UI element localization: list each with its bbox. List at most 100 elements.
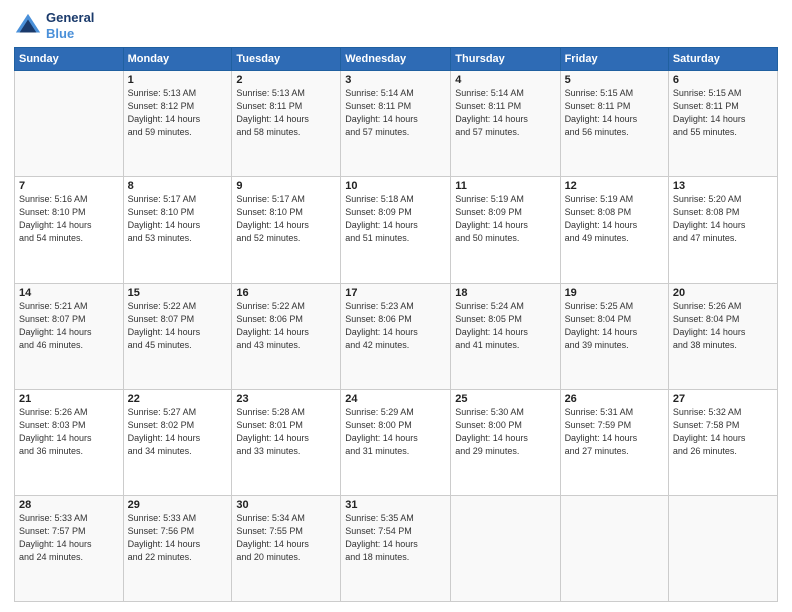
day-number: 26 <box>565 393 664 405</box>
calendar-cell: 3Sunrise: 5:14 AM Sunset: 8:11 PM Daylig… <box>341 71 451 177</box>
calendar-cell <box>451 495 560 601</box>
day-number: 7 <box>19 180 119 192</box>
day-info: Sunrise: 5:14 AM Sunset: 8:11 PM Dayligh… <box>345 87 446 139</box>
day-info: Sunrise: 5:18 AM Sunset: 8:09 PM Dayligh… <box>345 193 446 245</box>
day-number: 19 <box>565 287 664 299</box>
calendar-cell: 10Sunrise: 5:18 AM Sunset: 8:09 PM Dayli… <box>341 177 451 283</box>
header-day-wednesday: Wednesday <box>341 48 451 71</box>
day-info: Sunrise: 5:13 AM Sunset: 8:11 PM Dayligh… <box>236 87 336 139</box>
calendar-week-2: 14Sunrise: 5:21 AM Sunset: 8:07 PM Dayli… <box>15 283 778 389</box>
day-info: Sunrise: 5:23 AM Sunset: 8:06 PM Dayligh… <box>345 300 446 352</box>
calendar-cell: 20Sunrise: 5:26 AM Sunset: 8:04 PM Dayli… <box>668 283 777 389</box>
calendar-cell: 16Sunrise: 5:22 AM Sunset: 8:06 PM Dayli… <box>232 283 341 389</box>
calendar-cell: 23Sunrise: 5:28 AM Sunset: 8:01 PM Dayli… <box>232 389 341 495</box>
day-number: 23 <box>236 393 336 405</box>
logo-text: General Blue <box>46 10 94 41</box>
calendar-cell: 4Sunrise: 5:14 AM Sunset: 8:11 PM Daylig… <box>451 71 560 177</box>
day-number: 1 <box>128 74 228 86</box>
calendar-week-4: 28Sunrise: 5:33 AM Sunset: 7:57 PM Dayli… <box>15 495 778 601</box>
calendar-cell: 15Sunrise: 5:22 AM Sunset: 8:07 PM Dayli… <box>123 283 232 389</box>
day-number: 9 <box>236 180 336 192</box>
day-number: 30 <box>236 499 336 511</box>
calendar-table: SundayMondayTuesdayWednesdayThursdayFrid… <box>14 47 778 602</box>
day-info: Sunrise: 5:30 AM Sunset: 8:00 PM Dayligh… <box>455 406 555 458</box>
day-info: Sunrise: 5:33 AM Sunset: 7:56 PM Dayligh… <box>128 512 228 564</box>
day-info: Sunrise: 5:15 AM Sunset: 8:11 PM Dayligh… <box>673 87 773 139</box>
calendar-cell: 29Sunrise: 5:33 AM Sunset: 7:56 PM Dayli… <box>123 495 232 601</box>
day-info: Sunrise: 5:33 AM Sunset: 7:57 PM Dayligh… <box>19 512 119 564</box>
calendar-cell: 5Sunrise: 5:15 AM Sunset: 8:11 PM Daylig… <box>560 71 668 177</box>
calendar-week-1: 7Sunrise: 5:16 AM Sunset: 8:10 PM Daylig… <box>15 177 778 283</box>
day-info: Sunrise: 5:26 AM Sunset: 8:03 PM Dayligh… <box>19 406 119 458</box>
day-info: Sunrise: 5:20 AM Sunset: 8:08 PM Dayligh… <box>673 193 773 245</box>
calendar-cell: 27Sunrise: 5:32 AM Sunset: 7:58 PM Dayli… <box>668 389 777 495</box>
day-info: Sunrise: 5:17 AM Sunset: 8:10 PM Dayligh… <box>236 193 336 245</box>
calendar-cell: 12Sunrise: 5:19 AM Sunset: 8:08 PM Dayli… <box>560 177 668 283</box>
day-info: Sunrise: 5:31 AM Sunset: 7:59 PM Dayligh… <box>565 406 664 458</box>
calendar-cell: 8Sunrise: 5:17 AM Sunset: 8:10 PM Daylig… <box>123 177 232 283</box>
calendar-cell: 14Sunrise: 5:21 AM Sunset: 8:07 PM Dayli… <box>15 283 124 389</box>
day-number: 6 <box>673 74 773 86</box>
day-info: Sunrise: 5:24 AM Sunset: 8:05 PM Dayligh… <box>455 300 555 352</box>
calendar-cell: 25Sunrise: 5:30 AM Sunset: 8:00 PM Dayli… <box>451 389 560 495</box>
day-number: 17 <box>345 287 446 299</box>
calendar-cell: 17Sunrise: 5:23 AM Sunset: 8:06 PM Dayli… <box>341 283 451 389</box>
calendar-cell: 1Sunrise: 5:13 AM Sunset: 8:12 PM Daylig… <box>123 71 232 177</box>
day-info: Sunrise: 5:25 AM Sunset: 8:04 PM Dayligh… <box>565 300 664 352</box>
header-day-saturday: Saturday <box>668 48 777 71</box>
day-number: 13 <box>673 180 773 192</box>
day-info: Sunrise: 5:29 AM Sunset: 8:00 PM Dayligh… <box>345 406 446 458</box>
day-number: 10 <box>345 180 446 192</box>
day-info: Sunrise: 5:28 AM Sunset: 8:01 PM Dayligh… <box>236 406 336 458</box>
day-number: 11 <box>455 180 555 192</box>
header-day-thursday: Thursday <box>451 48 560 71</box>
header-day-tuesday: Tuesday <box>232 48 341 71</box>
day-info: Sunrise: 5:16 AM Sunset: 8:10 PM Dayligh… <box>19 193 119 245</box>
day-info: Sunrise: 5:35 AM Sunset: 7:54 PM Dayligh… <box>345 512 446 564</box>
header-day-friday: Friday <box>560 48 668 71</box>
day-number: 31 <box>345 499 446 511</box>
calendar-cell: 26Sunrise: 5:31 AM Sunset: 7:59 PM Dayli… <box>560 389 668 495</box>
day-info: Sunrise: 5:17 AM Sunset: 8:10 PM Dayligh… <box>128 193 228 245</box>
calendar-cell: 2Sunrise: 5:13 AM Sunset: 8:11 PM Daylig… <box>232 71 341 177</box>
calendar-cell: 18Sunrise: 5:24 AM Sunset: 8:05 PM Dayli… <box>451 283 560 389</box>
day-number: 2 <box>236 74 336 86</box>
day-number: 22 <box>128 393 228 405</box>
day-number: 24 <box>345 393 446 405</box>
calendar-cell: 28Sunrise: 5:33 AM Sunset: 7:57 PM Dayli… <box>15 495 124 601</box>
day-number: 8 <box>128 180 228 192</box>
day-number: 21 <box>19 393 119 405</box>
day-info: Sunrise: 5:27 AM Sunset: 8:02 PM Dayligh… <box>128 406 228 458</box>
calendar-cell: 11Sunrise: 5:19 AM Sunset: 8:09 PM Dayli… <box>451 177 560 283</box>
day-info: Sunrise: 5:26 AM Sunset: 8:04 PM Dayligh… <box>673 300 773 352</box>
calendar-cell: 6Sunrise: 5:15 AM Sunset: 8:11 PM Daylig… <box>668 71 777 177</box>
day-number: 15 <box>128 287 228 299</box>
calendar-week-3: 21Sunrise: 5:26 AM Sunset: 8:03 PM Dayli… <box>15 389 778 495</box>
day-number: 16 <box>236 287 336 299</box>
day-info: Sunrise: 5:32 AM Sunset: 7:58 PM Dayligh… <box>673 406 773 458</box>
day-number: 20 <box>673 287 773 299</box>
header-day-sunday: Sunday <box>15 48 124 71</box>
day-number: 29 <box>128 499 228 511</box>
day-info: Sunrise: 5:22 AM Sunset: 8:06 PM Dayligh… <box>236 300 336 352</box>
day-number: 25 <box>455 393 555 405</box>
calendar-cell: 9Sunrise: 5:17 AM Sunset: 8:10 PM Daylig… <box>232 177 341 283</box>
page-header: General Blue <box>14 10 778 41</box>
day-info: Sunrise: 5:22 AM Sunset: 8:07 PM Dayligh… <box>128 300 228 352</box>
day-info: Sunrise: 5:21 AM Sunset: 8:07 PM Dayligh… <box>19 300 119 352</box>
calendar-body: 1Sunrise: 5:13 AM Sunset: 8:12 PM Daylig… <box>15 71 778 602</box>
day-number: 3 <box>345 74 446 86</box>
day-info: Sunrise: 5:15 AM Sunset: 8:11 PM Dayligh… <box>565 87 664 139</box>
calendar-cell: 7Sunrise: 5:16 AM Sunset: 8:10 PM Daylig… <box>15 177 124 283</box>
day-number: 14 <box>19 287 119 299</box>
day-number: 4 <box>455 74 555 86</box>
calendar-cell: 19Sunrise: 5:25 AM Sunset: 8:04 PM Dayli… <box>560 283 668 389</box>
calendar-cell: 31Sunrise: 5:35 AM Sunset: 7:54 PM Dayli… <box>341 495 451 601</box>
day-info: Sunrise: 5:13 AM Sunset: 8:12 PM Dayligh… <box>128 87 228 139</box>
calendar-cell: 22Sunrise: 5:27 AM Sunset: 8:02 PM Dayli… <box>123 389 232 495</box>
calendar-cell: 13Sunrise: 5:20 AM Sunset: 8:08 PM Dayli… <box>668 177 777 283</box>
calendar-header-row: SundayMondayTuesdayWednesdayThursdayFrid… <box>15 48 778 71</box>
day-info: Sunrise: 5:34 AM Sunset: 7:55 PM Dayligh… <box>236 512 336 564</box>
logo-icon <box>14 12 42 40</box>
calendar-cell <box>668 495 777 601</box>
